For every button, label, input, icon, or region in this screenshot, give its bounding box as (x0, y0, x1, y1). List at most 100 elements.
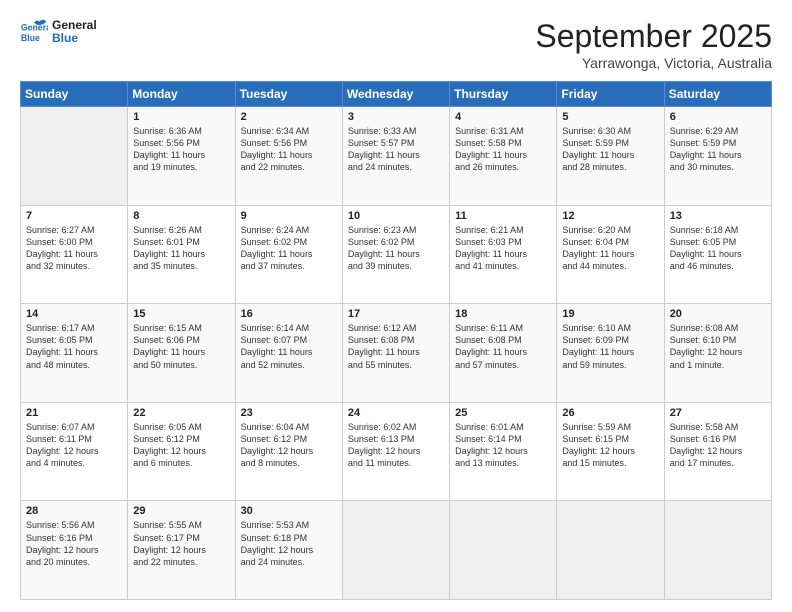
day-info: Sunrise: 6:27 AM Sunset: 6:00 PM Dayligh… (26, 224, 122, 273)
day-number: 29 (133, 505, 229, 517)
day-info: Sunrise: 5:56 AM Sunset: 6:16 PM Dayligh… (26, 519, 122, 568)
calendar-cell: 22 Sunrise: 6:05 AM Sunset: 6:12 PM Dayli… (128, 402, 235, 501)
calendar-cell: 27Sunrise: 5:58 AM Sunset: 6:16 PM Dayli… (664, 402, 771, 501)
calendar-week-row: 21Sunrise: 6:07 AM Sunset: 6:11 PM Dayli… (21, 402, 772, 501)
weekday-header-thursday: Thursday (450, 82, 557, 107)
day-info: Sunrise: 6:10 AM Sunset: 6:09 PM Dayligh… (562, 322, 658, 371)
day-info: Sunrise: 6:17 AM Sunset: 6:05 PM Dayligh… (26, 322, 122, 371)
title-block: September 2025 Yarrawonga, Victoria, Aus… (535, 18, 772, 71)
calendar-cell: 16Sunrise: 6:14 AM Sunset: 6:07 PM Dayli… (235, 304, 342, 403)
location: Yarrawonga, Victoria, Australia (535, 55, 772, 71)
day-info: Sunrise: 6:18 AM Sunset: 6:05 PM Dayligh… (670, 224, 766, 273)
weekday-header-saturday: Saturday (664, 82, 771, 107)
day-number: 25 (455, 407, 551, 419)
calendar-cell (450, 501, 557, 600)
day-number: 8 (133, 210, 229, 222)
calendar-cell: 6 Sunrise: 6:29 AM Sunset: 5:59 PM Daylig… (664, 107, 771, 206)
calendar-cell: 19 Sunrise: 6:10 AM Sunset: 6:09 PM Dayli… (557, 304, 664, 403)
day-info: Sunrise: 6:12 AM Sunset: 6:08 PM Dayligh… (348, 322, 444, 371)
day-info: Sunrise: 6:15 AM Sunset: 6:06 PM Dayligh… (133, 322, 229, 371)
logo: General Blue General Blue (20, 18, 97, 46)
calendar-cell: 30 Sunrise: 5:53 AM Sunset: 6:18 PM Dayli… (235, 501, 342, 600)
calendar-week-row: 14 Sunrise: 6:17 AM Sunset: 6:05 PM Dayli… (21, 304, 772, 403)
day-info: Sunrise: 6:36 AM Sunset: 5:56 PM Dayligh… (133, 125, 229, 174)
calendar-cell: 8 Sunrise: 6:26 AM Sunset: 6:01 PM Daylig… (128, 205, 235, 304)
logo-icon: General Blue (20, 18, 48, 46)
day-info: Sunrise: 6:24 AM Sunset: 6:02 PM Dayligh… (241, 224, 337, 273)
calendar-cell: 3 Sunrise: 6:33 AM Sunset: 5:57 PM Daylig… (342, 107, 449, 206)
calendar-cell: 18 Sunrise: 6:11 AM Sunset: 6:08 PM Dayli… (450, 304, 557, 403)
day-number: 22 (133, 407, 229, 419)
day-info: Sunrise: 6:33 AM Sunset: 5:57 PM Dayligh… (348, 125, 444, 174)
day-number: 23 (241, 407, 337, 419)
day-number: 6 (670, 111, 766, 123)
calendar-cell: 29 Sunrise: 5:55 AM Sunset: 6:17 PM Dayli… (128, 501, 235, 600)
day-info: Sunrise: 6:05 AM Sunset: 6:12 PM Dayligh… (133, 421, 229, 470)
day-number: 13 (670, 210, 766, 222)
day-number: 30 (241, 505, 337, 517)
calendar-cell: 28 Sunrise: 5:56 AM Sunset: 6:16 PM Dayli… (21, 501, 128, 600)
day-number: 24 (348, 407, 444, 419)
day-info: Sunrise: 5:58 AM Sunset: 6:16 PM Dayligh… (670, 421, 766, 470)
calendar-week-row: 7Sunrise: 6:27 AM Sunset: 6:00 PM Daylig… (21, 205, 772, 304)
calendar-cell (342, 501, 449, 600)
svg-text:Blue: Blue (21, 33, 40, 43)
day-number: 26 (562, 407, 658, 419)
calendar-cell: 1 Sunrise: 6:36 AM Sunset: 5:56 PM Daylig… (128, 107, 235, 206)
day-number: 17 (348, 308, 444, 320)
day-info: Sunrise: 5:55 AM Sunset: 6:17 PM Dayligh… (133, 519, 229, 568)
calendar-cell: 14 Sunrise: 6:17 AM Sunset: 6:05 PM Dayli… (21, 304, 128, 403)
day-number: 21 (26, 407, 122, 419)
calendar-table: SundayMondayTuesdayWednesdayThursdayFrid… (20, 81, 772, 600)
day-number: 19 (562, 308, 658, 320)
day-info: Sunrise: 6:30 AM Sunset: 5:59 PM Dayligh… (562, 125, 658, 174)
day-number: 1 (133, 111, 229, 123)
day-info: Sunrise: 6:20 AM Sunset: 6:04 PM Dayligh… (562, 224, 658, 273)
calendar-cell: 5Sunrise: 6:30 AM Sunset: 5:59 PM Daylig… (557, 107, 664, 206)
weekday-header-monday: Monday (128, 82, 235, 107)
header: General Blue General Blue September 2025… (20, 18, 772, 71)
day-info: Sunrise: 6:29 AM Sunset: 5:59 PM Dayligh… (670, 125, 766, 174)
weekday-header-friday: Friday (557, 82, 664, 107)
weekday-header-tuesday: Tuesday (235, 82, 342, 107)
day-number: 16 (241, 308, 337, 320)
calendar-cell: 4Sunrise: 6:31 AM Sunset: 5:58 PM Daylig… (450, 107, 557, 206)
day-info: Sunrise: 6:34 AM Sunset: 5:56 PM Dayligh… (241, 125, 337, 174)
day-number: 15 (133, 308, 229, 320)
calendar-cell: 12Sunrise: 6:20 AM Sunset: 6:04 PM Dayli… (557, 205, 664, 304)
weekday-header-wednesday: Wednesday (342, 82, 449, 107)
day-info: Sunrise: 6:08 AM Sunset: 6:10 PM Dayligh… (670, 322, 766, 371)
calendar-cell: 11Sunrise: 6:21 AM Sunset: 6:03 PM Dayli… (450, 205, 557, 304)
day-info: Sunrise: 6:01 AM Sunset: 6:14 PM Dayligh… (455, 421, 551, 470)
day-info: Sunrise: 5:59 AM Sunset: 6:15 PM Dayligh… (562, 421, 658, 470)
calendar-cell: 2 Sunrise: 6:34 AM Sunset: 5:56 PM Daylig… (235, 107, 342, 206)
calendar-cell: 15 Sunrise: 6:15 AM Sunset: 6:06 PM Dayli… (128, 304, 235, 403)
day-number: 28 (26, 505, 122, 517)
calendar-cell: 13 Sunrise: 6:18 AM Sunset: 6:05 PM Dayli… (664, 205, 771, 304)
day-number: 18 (455, 308, 551, 320)
day-info: Sunrise: 5:53 AM Sunset: 6:18 PM Dayligh… (241, 519, 337, 568)
calendar-header-row: SundayMondayTuesdayWednesdayThursdayFrid… (21, 82, 772, 107)
page: General Blue General Blue September 2025… (0, 0, 792, 612)
day-number: 10 (348, 210, 444, 222)
day-info: Sunrise: 6:11 AM Sunset: 6:08 PM Dayligh… (455, 322, 551, 371)
calendar-week-row: 28 Sunrise: 5:56 AM Sunset: 6:16 PM Dayli… (21, 501, 772, 600)
day-number: 14 (26, 308, 122, 320)
logo-blue: Blue (52, 32, 97, 45)
svg-text:General: General (21, 22, 48, 32)
calendar-cell: 17 Sunrise: 6:12 AM Sunset: 6:08 PM Dayli… (342, 304, 449, 403)
calendar-cell: 10Sunrise: 6:23 AM Sunset: 6:02 PM Dayli… (342, 205, 449, 304)
day-number: 9 (241, 210, 337, 222)
calendar-cell: 23 Sunrise: 6:04 AM Sunset: 6:12 PM Dayli… (235, 402, 342, 501)
day-number: 11 (455, 210, 551, 222)
day-number: 20 (670, 308, 766, 320)
day-info: Sunrise: 6:02 AM Sunset: 6:13 PM Dayligh… (348, 421, 444, 470)
calendar-cell: 9 Sunrise: 6:24 AM Sunset: 6:02 PM Daylig… (235, 205, 342, 304)
calendar-cell: 7Sunrise: 6:27 AM Sunset: 6:00 PM Daylig… (21, 205, 128, 304)
day-info: Sunrise: 6:04 AM Sunset: 6:12 PM Dayligh… (241, 421, 337, 470)
day-info: Sunrise: 6:26 AM Sunset: 6:01 PM Dayligh… (133, 224, 229, 273)
day-number: 3 (348, 111, 444, 123)
weekday-header-sunday: Sunday (21, 82, 128, 107)
month-title: September 2025 (535, 18, 772, 55)
day-number: 2 (241, 111, 337, 123)
